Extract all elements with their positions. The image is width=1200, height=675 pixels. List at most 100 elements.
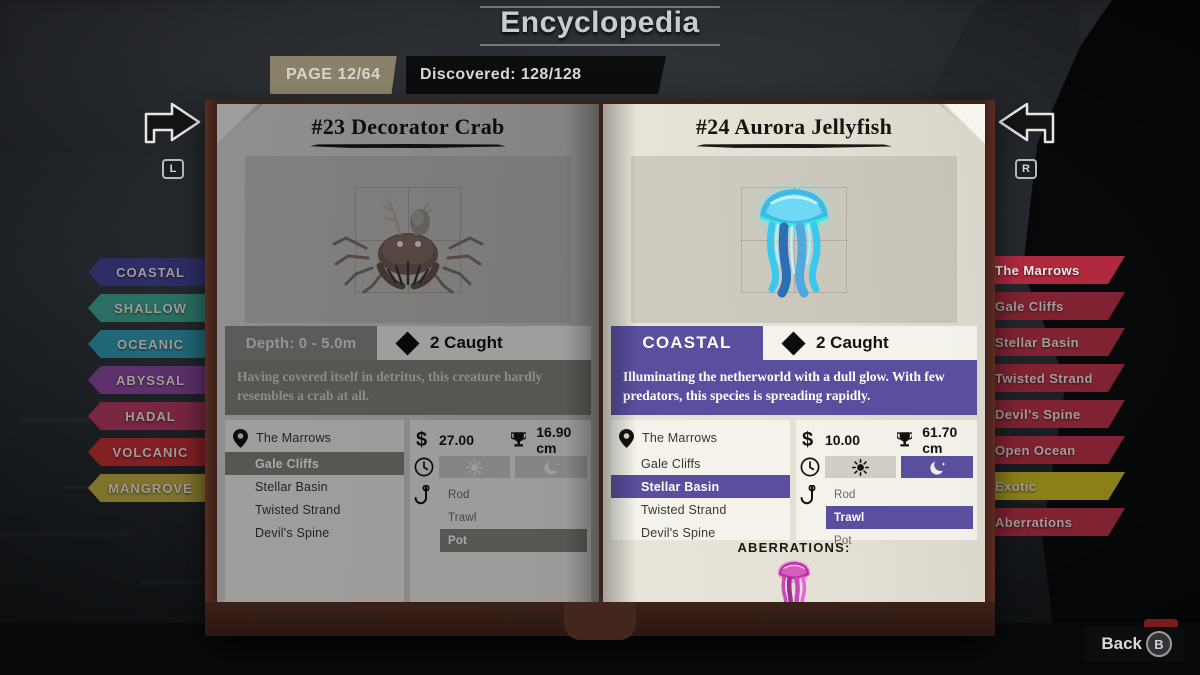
back-label: Back	[1101, 634, 1142, 653]
right-record-value: 61.70 cm	[922, 423, 958, 456]
left-location-panel: The Marrows Gale Cliffs Stellar Basin Twis…	[225, 420, 404, 602]
right-time-of-day-row	[796, 453, 977, 481]
decorator-crab-icon	[332, 198, 484, 294]
region-filter-exotic[interactable]: Exotic	[985, 472, 1125, 500]
left-badge-row: Depth: 0 - 5.0m 2 Caught	[225, 326, 591, 360]
left-caught-label: 2 Caught	[430, 333, 503, 352]
left-info: The Marrows Gale Cliffs Stellar Basin Twis…	[225, 420, 591, 602]
right-location-item[interactable]: Twisted Strand	[611, 498, 790, 521]
dollar-icon: $	[416, 429, 427, 450]
depth-filter-abyssal[interactable]: ABYSSAL	[88, 366, 213, 394]
clock-icon	[800, 457, 820, 477]
map-pin-icon	[233, 428, 248, 448]
depth-filter-label: ABYSSAL	[115, 372, 186, 388]
fishing-hook-icon	[414, 485, 430, 505]
svg-text:$: $	[416, 429, 427, 450]
right-stats-panel: $ 10.00 61.70 cm Rod Trawl Pot	[795, 420, 977, 547]
region-filter-gale-cliffs[interactable]: Gale Cliffs	[985, 292, 1125, 320]
left-location-item[interactable]: Devil's Spine	[225, 521, 404, 544]
sun-icon	[852, 458, 870, 476]
discovered-counter: Discovered: 128/128	[406, 56, 666, 94]
region-filter-open-ocean[interactable]: Open Ocean	[985, 436, 1125, 464]
region-filter-devil-s-spine[interactable]: Devil's Spine	[985, 400, 1125, 428]
dollar-icon: $	[802, 429, 813, 450]
region-filter-twisted-strand[interactable]: Twisted Strand	[985, 364, 1125, 392]
depth-filter-label: SHALLOW	[114, 300, 187, 316]
right-night-toggle[interactable]	[901, 456, 974, 478]
gamepad-b-icon: B	[1146, 631, 1172, 657]
book-edge-left	[205, 100, 217, 636]
prev-page-control[interactable]: L	[142, 100, 204, 179]
left-day-toggle[interactable]	[438, 456, 511, 478]
right-location-panel: The Marrows Gale Cliffs Stellar Basin Twis…	[611, 420, 790, 540]
region-filter-label: Exotic	[995, 478, 1037, 494]
region-filter-label: Gale Cliffs	[995, 298, 1064, 314]
back-button[interactable]: Back B	[1085, 627, 1184, 661]
depth-filter-label: VOLCANIC	[112, 444, 189, 460]
left-caught-badge: 2 Caught	[377, 326, 591, 360]
depth-filter-volcanic[interactable]: VOLCANIC	[88, 438, 213, 466]
region-filter-the-marrows[interactable]: The Marrows	[985, 256, 1125, 284]
left-price: $ 27.00	[414, 429, 505, 450]
left-location-item[interactable]: Twisted Strand	[225, 498, 404, 521]
right-location-first[interactable]: The Marrows	[642, 431, 717, 445]
right-location-item[interactable]: Gale Cliffs	[611, 452, 790, 475]
right-gear-item[interactable]: Rod	[826, 483, 973, 506]
right-gear-item[interactable]: Trawl	[825, 506, 973, 529]
right-location-item[interactable]: Stellar Basin	[611, 475, 790, 498]
region-filter-stellar-basin[interactable]: Stellar Basin	[985, 328, 1125, 356]
arrow-left-icon	[998, 102, 1055, 144]
depth-filter-coastal[interactable]: COASTAL	[88, 258, 213, 286]
left-entry-title: #23 Decorator Crab	[311, 114, 505, 139]
sun-icon	[466, 458, 484, 476]
left-location-list[interactable]: Gale Cliffs Stellar Basin Twisted Strand De…	[225, 452, 404, 544]
depth-filter-label: COASTAL	[116, 264, 185, 280]
right-day-toggle[interactable]	[824, 456, 897, 478]
left-location-first[interactable]: The Marrows	[256, 431, 331, 445]
right-caught-label: 2 Caught	[816, 333, 889, 352]
page-title: Encyclopedia	[500, 6, 700, 39]
region-filter-label: Twisted Strand	[995, 370, 1093, 386]
left-page[interactable]: #23 Decorator Crab Depth: 0 - 5.0m 2 Cau…	[217, 104, 599, 602]
trophy-icon	[896, 432, 913, 447]
next-page-keycap: R	[1015, 159, 1037, 179]
depth-filter-oceanic[interactable]: OCEANIC	[88, 330, 213, 358]
page-counter: PAGE 12/64	[270, 56, 397, 94]
right-page[interactable]: #24 Aurora Jellyfish COASTAL 2 Caught Il…	[603, 104, 985, 602]
left-gear-row: Rod Trawl Pot	[410, 481, 591, 552]
depth-filter-label: MANGROVE	[108, 480, 193, 496]
right-location-list[interactable]: Gale Cliffs Stellar Basin Twisted Strand De…	[611, 452, 790, 544]
region-filter-list[interactable]: The Marrows Gale Cliffs Stellar Basin Twist…	[985, 256, 1125, 544]
fishing-hook-icon	[800, 485, 816, 505]
right-art-frame	[631, 156, 957, 323]
right-record: 61.70 cm	[896, 423, 973, 456]
depth-filter-list[interactable]: COASTAL SHALLOW OCEANIC ABYSSAL HADAL VOLCANI…	[88, 258, 213, 510]
encyclopedia-book: #23 Decorator Crab Depth: 0 - 5.0m 2 Cau…	[205, 100, 995, 640]
right-entry-title: #24 Aurora Jellyfish	[695, 114, 893, 139]
left-title-rule	[310, 144, 506, 148]
aurora-jellyfish-icon	[759, 186, 829, 297]
right-info: The Marrows Gale Cliffs Stellar Basin Twis…	[611, 420, 977, 547]
depth-filter-label: HADAL	[125, 408, 176, 424]
region-filter-label: Stellar Basin	[995, 334, 1079, 350]
depth-filter-mangrove[interactable]: MANGROVE	[88, 474, 213, 502]
depth-filter-shallow[interactable]: SHALLOW	[88, 294, 213, 322]
aberration-slot[interactable]	[763, 557, 825, 602]
left-price-value: 27.00	[438, 431, 474, 448]
region-filter-aberrations[interactable]: Aberrations	[985, 508, 1125, 536]
left-description: Having covered itself in detritus, this …	[225, 360, 591, 416]
diamond-icon	[781, 330, 806, 356]
next-page-control[interactable]: R	[995, 100, 1057, 179]
region-filter-label: Aberrations	[995, 514, 1073, 530]
left-depth-badge: Depth: 0 - 5.0m	[225, 326, 377, 360]
left-location-item[interactable]: Stellar Basin	[225, 475, 404, 498]
moon-icon	[930, 461, 946, 475]
left-time-of-day-row	[410, 453, 591, 481]
depth-filter-hadal[interactable]: HADAL	[88, 402, 213, 430]
right-value-row: $ 10.00 61.70 cm	[796, 423, 977, 456]
book-spine	[564, 596, 636, 640]
left-location-item[interactable]: Gale Cliffs	[225, 452, 404, 475]
arrow-right-icon	[144, 102, 201, 144]
region-filter-label: Devil's Spine	[995, 406, 1081, 422]
trophy-icon	[510, 432, 527, 447]
